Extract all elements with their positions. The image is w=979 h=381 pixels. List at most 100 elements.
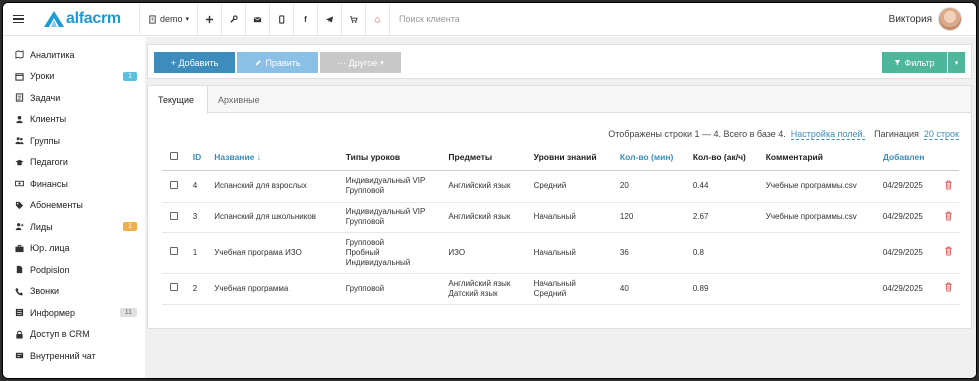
row-checkbox[interactable] <box>170 211 178 220</box>
sidebar-item-3[interactable]: Задачи <box>3 87 145 109</box>
table-row[interactable]: 1 Учебная програма ИЗО Групповой Пробный Инд… <box>162 232 959 274</box>
select-all-checkbox[interactable] <box>170 152 178 161</box>
sidebar-item-label: Задачи <box>30 92 61 103</box>
cell-added: 04/29/2025 <box>878 202 941 233</box>
mail-icon[interactable] <box>245 3 269 36</box>
trash-icon[interactable] <box>944 246 953 258</box>
sidebar-item-12[interactable]: Звонки <box>3 281 145 303</box>
other-button-label: ··· Другое <box>337 57 378 68</box>
branch-name: demo <box>159 14 183 24</box>
sidebar: Аналитика Уроки 1 Задачи Клиенты Группы Педаго… <box>3 37 145 378</box>
menu-toggle-icon[interactable] <box>3 3 33 36</box>
column-id[interactable]: ID <box>188 145 211 171</box>
sidebar-item-label: Финансы <box>30 178 68 189</box>
funnel-icon <box>895 60 901 66</box>
filter-button[interactable]: Фильтр <box>882 52 947 73</box>
cell-types: Групповой <box>341 273 445 305</box>
table-row[interactable]: 2 Учебная программа Групповой Английский яз… <box>162 273 959 305</box>
sidebar-item-7[interactable]: Финансы <box>3 173 145 195</box>
plus-icon[interactable] <box>197 3 221 36</box>
cell-name[interactable]: Учебная программа <box>210 273 342 305</box>
sidebar-item-15[interactable]: Внутренний чат <box>3 345 145 367</box>
cell-count-ac: 0.89 <box>688 273 762 305</box>
sidebar-item-label: Podpislon <box>30 264 70 275</box>
money-icon <box>15 179 28 188</box>
column-added[interactable]: Добавлен <box>878 145 941 171</box>
rows-shown-text: Отображены строки 1 — 4. Всего в базе 4. <box>608 129 786 139</box>
programs-panel: Текущие Архивные Отображены строки 1 — 4… <box>147 85 972 329</box>
add-button[interactable]: + Добавить <box>154 52 235 73</box>
facebook-icon[interactable]: f <box>293 3 317 36</box>
avatar <box>938 7 962 31</box>
sidebar-item-11[interactable]: Podpislon <box>3 259 145 281</box>
trash-icon[interactable] <box>944 282 953 294</box>
cell-name[interactable]: Испанский для школьников <box>210 202 342 233</box>
row-checkbox[interactable] <box>170 283 178 291</box>
user-name: Виктория <box>888 13 932 25</box>
caret-down-icon: ▾ <box>380 59 384 67</box>
sidebar-item-4[interactable]: Клиенты <box>3 109 145 131</box>
cart-icon[interactable] <box>341 3 365 36</box>
sidebar-item-6[interactable]: Педагоги <box>3 152 145 174</box>
client-search-input[interactable]: Поиск клиента <box>389 3 889 36</box>
programs-table: ID Название ↓ Типы уроков Предметы Уровн… <box>162 145 959 305</box>
trash-icon[interactable] <box>944 211 953 223</box>
sidebar-item-14[interactable]: Доступ в CRM <box>3 324 145 346</box>
sidebar-item-10[interactable]: Юр. лица <box>3 238 145 260</box>
logo-icon <box>44 11 64 27</box>
cell-added: 04/29/2025 <box>878 232 941 274</box>
tab-archive[interactable]: Архивные <box>208 86 270 114</box>
cell-types: Индивидуальный VIP Групповой <box>341 202 445 233</box>
other-dropdown-button[interactable]: ··· Другое ▾ <box>320 52 401 73</box>
cell-name[interactable]: Испанский для взрослых <box>210 170 342 203</box>
cell-count-ac: 2.67 <box>688 202 762 233</box>
cell-comment: Учебные программы.csv <box>761 202 879 233</box>
edit-button[interactable]: Править <box>237 52 318 73</box>
graduation-cap-icon <box>15 158 28 167</box>
cell-id: 2 <box>188 273 211 305</box>
sidebar-item-label: Звонки <box>30 286 60 297</box>
chat-icon <box>15 351 28 360</box>
logo[interactable]: alfacrm <box>33 3 139 36</box>
row-checkbox[interactable] <box>170 247 178 255</box>
cell-count-min: 120 <box>615 202 689 233</box>
sidebar-item-13[interactable]: Информер 11 <box>3 302 145 324</box>
cell-types-value: Индивидуальный <box>345 257 411 267</box>
phone-icon[interactable] <box>269 3 293 36</box>
sidebar-item-label: Информер <box>30 307 76 318</box>
filter-options-button[interactable]: ▾ <box>948 52 965 73</box>
sidebar-item-1[interactable]: Аналитика <box>3 44 145 66</box>
table-row[interactable]: 4 Испанский для взрослых Индивидуальный VI… <box>162 170 959 203</box>
telegram-icon[interactable] <box>317 3 341 36</box>
sidebar-item-8[interactable]: Абонементы <box>3 195 145 217</box>
column-name[interactable]: Название ↓ <box>210 145 342 171</box>
sidebar-item-5[interactable]: Группы <box>3 130 145 152</box>
pencil-icon <box>256 59 262 65</box>
sidebar-item-label: Абонементы <box>30 200 83 211</box>
pagination-select[interactable]: 20 строк <box>923 129 959 140</box>
row-checkbox[interactable] <box>170 180 178 189</box>
cell-subjects-value: Английский язык <box>448 278 511 288</box>
user-plus-icon <box>15 222 28 231</box>
cell-types-value: Групповой <box>345 237 385 247</box>
cell-id: 1 <box>188 232 211 274</box>
user-menu[interactable]: Виктория <box>889 3 976 36</box>
sidebar-item-9[interactable]: Лиды 1 <box>3 216 145 238</box>
cell-subjects-value: Английский язык <box>448 181 511 190</box>
trash-icon[interactable] <box>944 180 953 192</box>
delete-cell <box>940 273 959 305</box>
sidebar-item-2[interactable]: Уроки 1 <box>3 66 145 88</box>
phone-call-icon <box>15 287 28 296</box>
bell-icon[interactable] <box>365 3 389 36</box>
wrench-icon[interactable] <box>221 3 245 36</box>
cell-levels-value: Начальный <box>533 212 576 221</box>
tab-current[interactable]: Текущие <box>148 86 208 114</box>
tab-bar: Текущие Архивные <box>148 86 971 114</box>
column-count-min[interactable]: Кол-во (мин) <box>615 145 689 171</box>
field-settings-link[interactable]: Настройка полей. <box>790 129 866 140</box>
lock-icon <box>15 330 28 339</box>
branch-selector[interactable]: demo ▾ <box>139 3 197 36</box>
sidebar-item-label: Аналитика <box>30 49 75 60</box>
table-row[interactable]: 3 Испанский для школьников Индивидуальный … <box>162 202 959 233</box>
cell-name[interactable]: Учебная програма ИЗО <box>210 232 342 274</box>
